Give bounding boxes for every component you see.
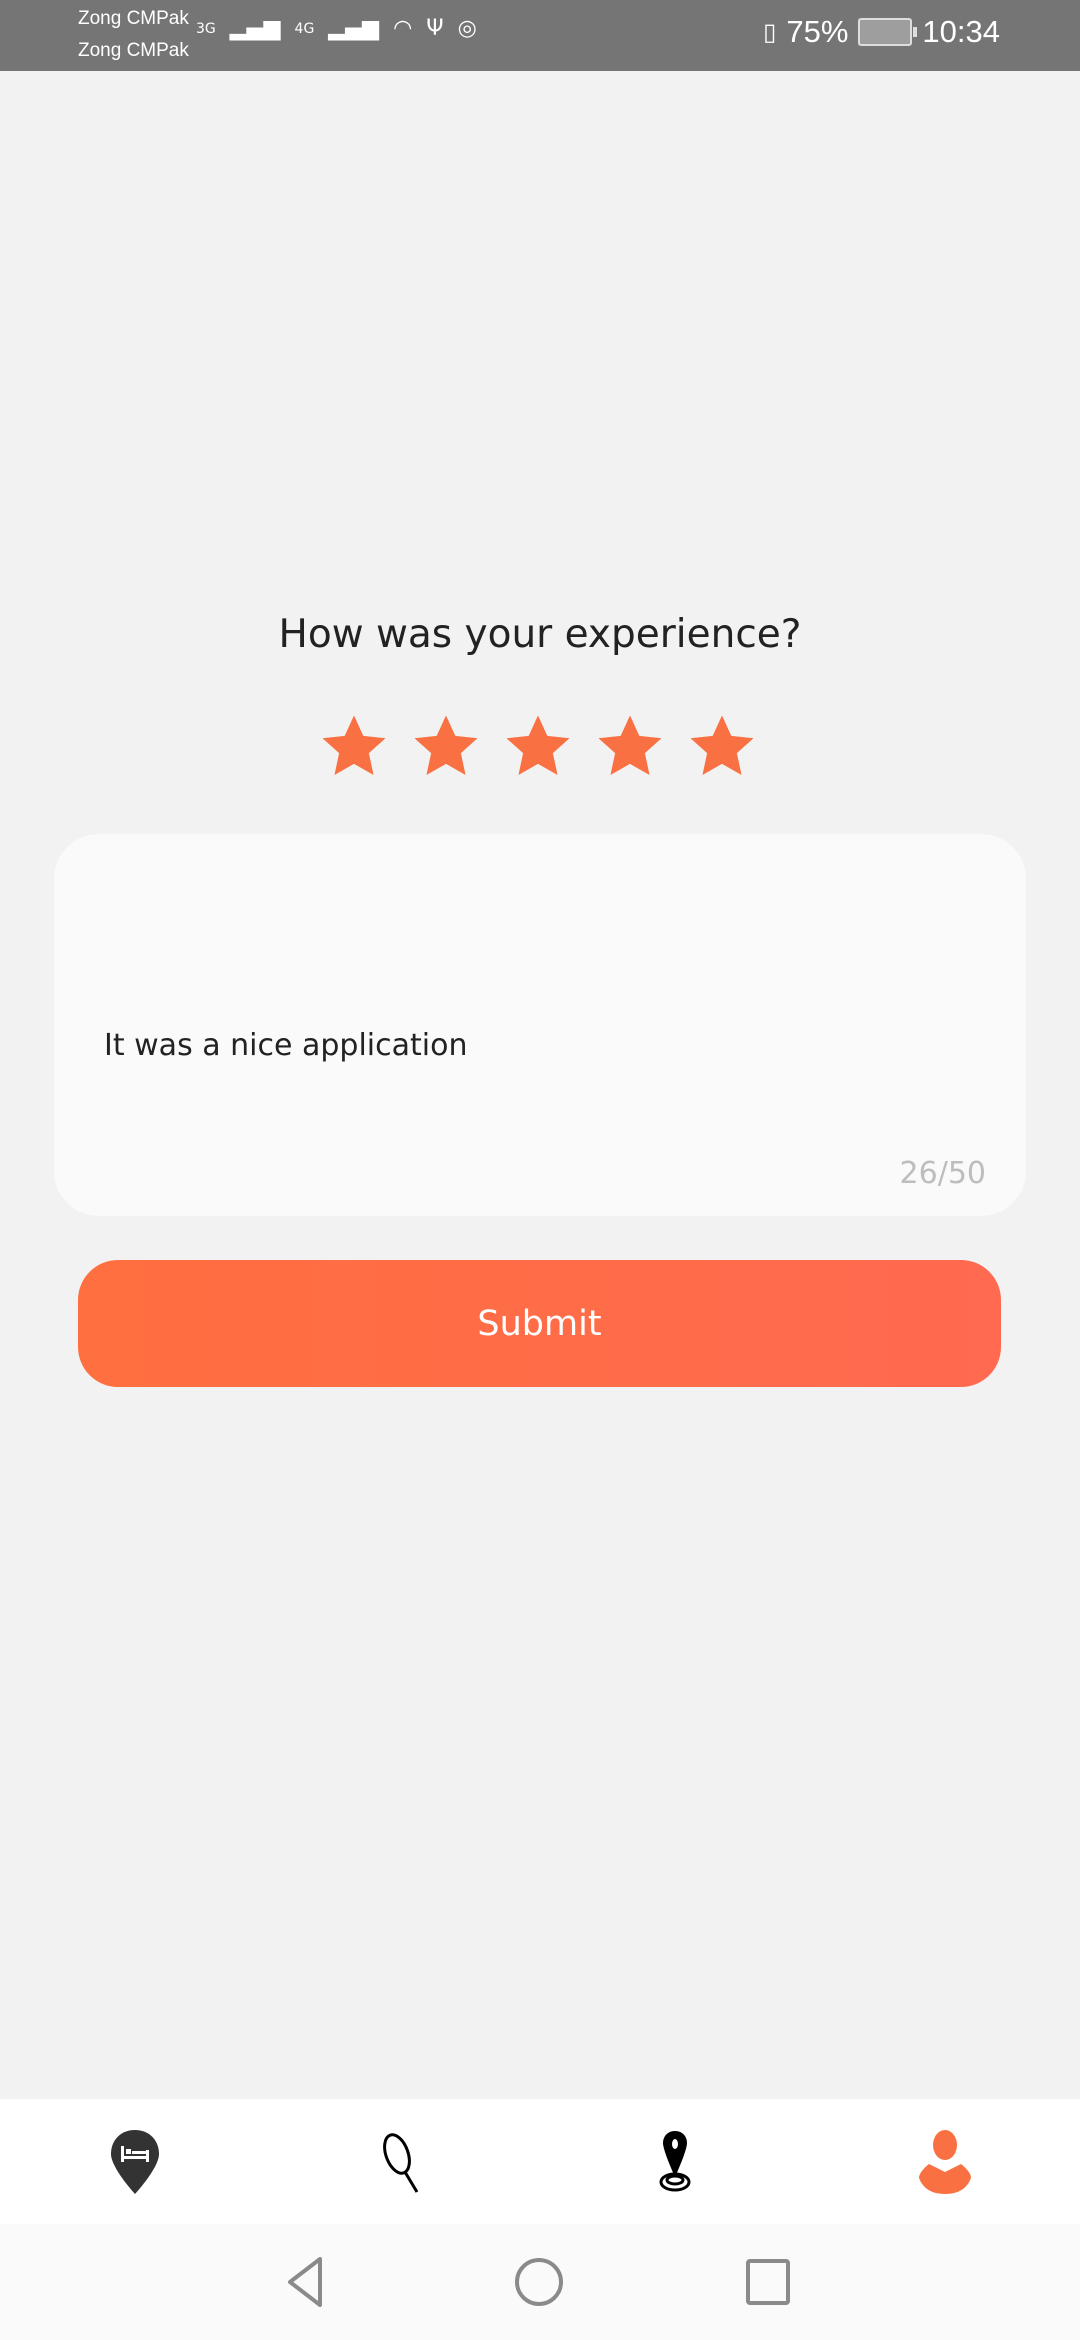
- bottom-nav: [0, 2099, 1080, 2224]
- network-3g-label: 3G: [196, 20, 216, 37]
- comment-input[interactable]: It was a nice application 26/50: [54, 834, 1026, 1216]
- page-title: How was your experience?: [278, 612, 802, 657]
- nav-search[interactable]: [270, 2099, 540, 2224]
- network-4g-label: 4G: [294, 20, 315, 37]
- star-icon[interactable]: [502, 712, 574, 782]
- battery-charging-icon: [858, 18, 918, 46]
- profile-icon: [919, 2129, 971, 2194]
- system-nav-bar: [0, 2224, 1080, 2340]
- nav-location[interactable]: [540, 2099, 810, 2224]
- signal-icon: ▂▄▆: [328, 16, 380, 41]
- status-bar: Zong CMPak Zong CMPak 3G ▂▄▆ 4G ▂▄▆ ◠ Ψ …: [0, 0, 1080, 71]
- submit-button[interactable]: Submit: [78, 1260, 1001, 1387]
- back-icon[interactable]: [285, 2256, 325, 2308]
- nav-hotels[interactable]: [0, 2099, 270, 2224]
- home-icon[interactable]: [513, 2256, 565, 2308]
- char-counter: 26/50: [899, 1156, 986, 1191]
- star-icon[interactable]: [686, 712, 758, 782]
- hotel-pin-icon: [111, 2129, 159, 2194]
- comment-text[interactable]: It was a nice application: [104, 1028, 467, 1063]
- status-icons: 3G ▂▄▆ 4G ▂▄▆ ◠ Ψ ◎: [196, 16, 477, 41]
- star-rating[interactable]: [318, 712, 758, 782]
- usb-icon: Ψ: [426, 16, 444, 41]
- location-icon: [659, 2130, 691, 2191]
- vibrate-icon: ▯: [763, 18, 777, 46]
- clock: 10:34: [922, 14, 1000, 49]
- instagram-icon: ◎: [457, 16, 477, 41]
- search-icon: [383, 2132, 419, 2193]
- wifi-icon: ◠: [393, 16, 413, 41]
- recents-icon[interactable]: [745, 2256, 793, 2308]
- star-icon[interactable]: [318, 712, 390, 782]
- carrier-1: Zong CMPak: [78, 8, 189, 29]
- battery-percent: 75%: [786, 14, 849, 49]
- star-icon[interactable]: [410, 712, 482, 782]
- carrier-2: Zong CMPak: [78, 40, 189, 61]
- signal-icon: ▂▄▆: [229, 16, 281, 41]
- star-icon[interactable]: [594, 712, 666, 782]
- nav-profile[interactable]: [810, 2099, 1080, 2224]
